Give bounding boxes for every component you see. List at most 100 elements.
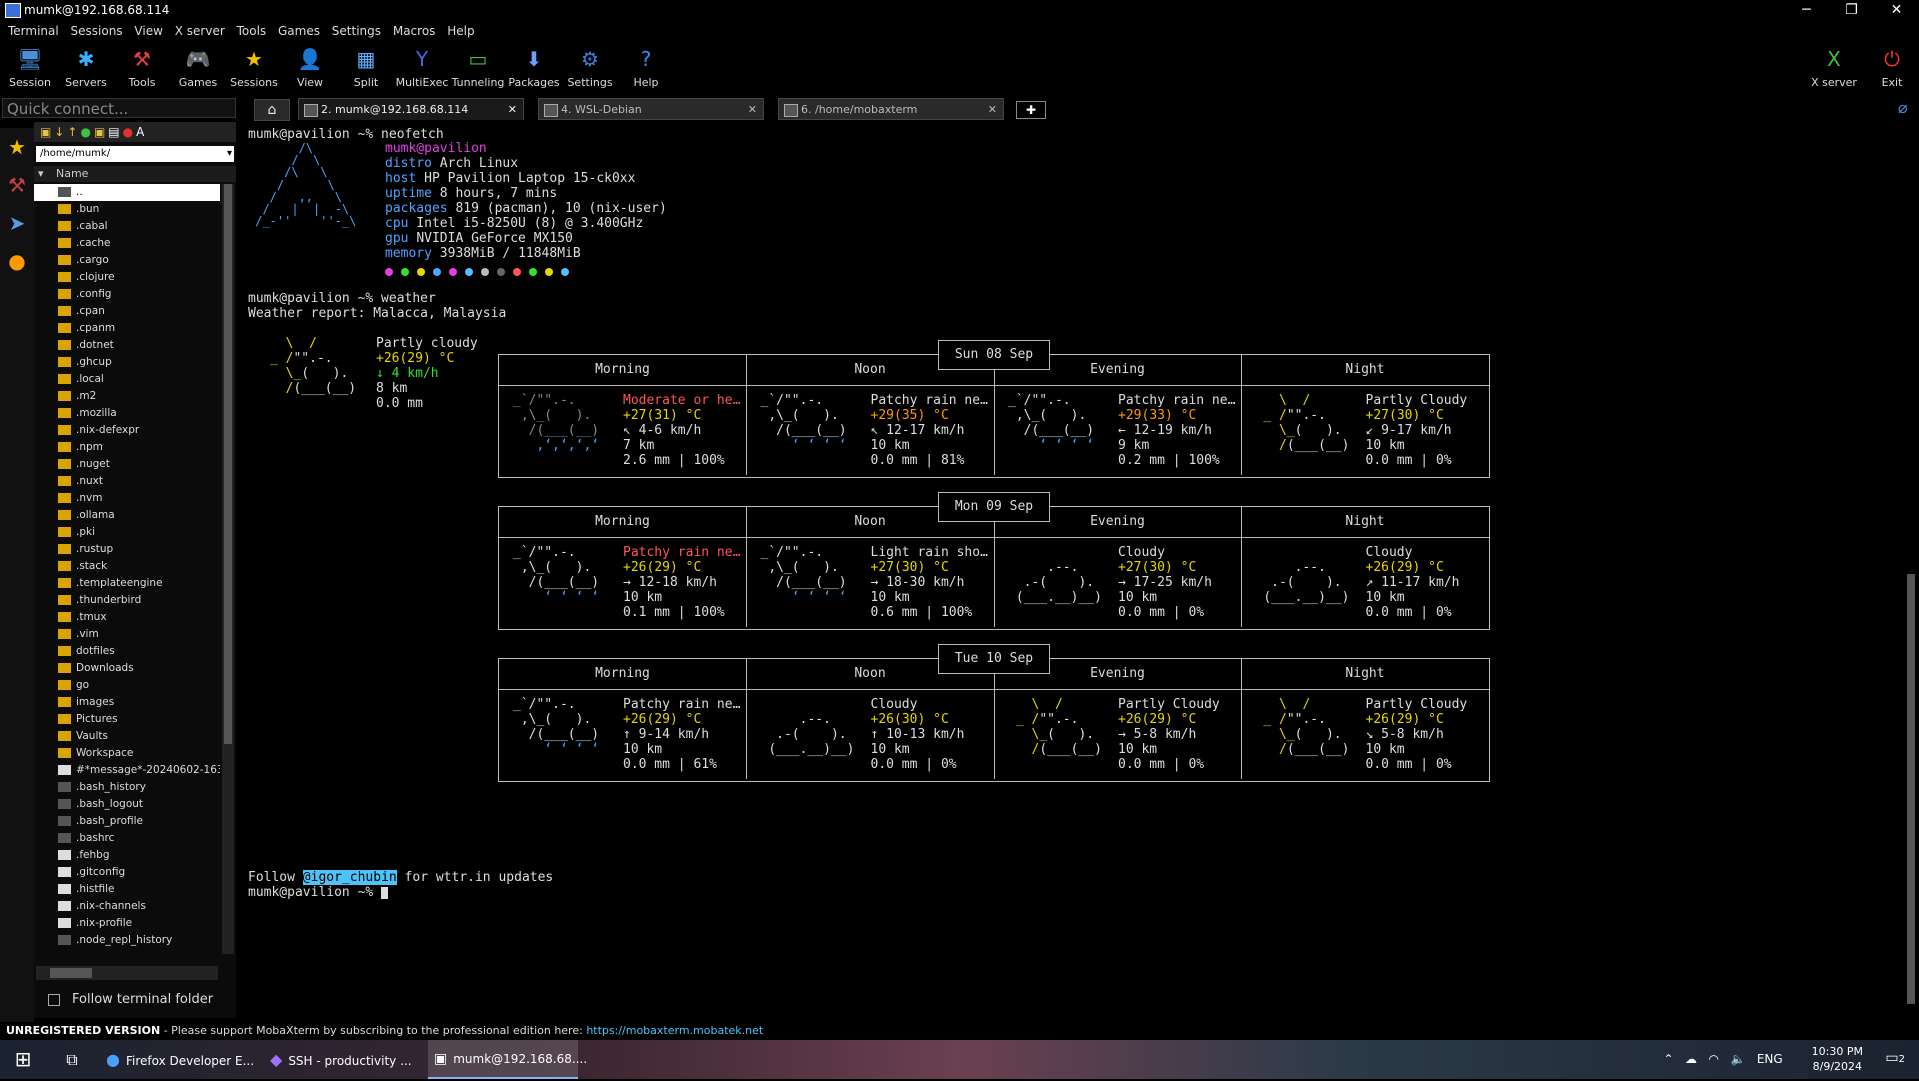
new-folder-icon[interactable]: ▣ (94, 125, 108, 139)
volume-icon[interactable]: 🔈 (1730, 1052, 1745, 1066)
checkbox[interactable] (48, 993, 60, 1006)
sftp-icon[interactable]: ● (0, 242, 34, 280)
new-file-icon[interactable]: ▤ (108, 125, 122, 139)
menu-settings[interactable]: Settings (324, 20, 381, 42)
toolbar-split-button[interactable]: ▦ Split (338, 44, 394, 89)
toolbar-servers-button[interactable]: ✱ Servers (58, 44, 114, 89)
file-row[interactable]: .bash_profile (34, 813, 220, 830)
refresh-icon[interactable]: ● (80, 125, 93, 139)
taskbar-mobaxterm[interactable]: ▣ mumk@192.168.68.... (428, 1040, 587, 1079)
file-row[interactable]: .gitconfig (34, 864, 220, 881)
tab-close-icon[interactable]: ✕ (988, 99, 997, 121)
menu-macros[interactable]: Macros (385, 20, 436, 42)
tab-session-4[interactable]: 4. WSL-Debian ✕ (538, 98, 764, 120)
file-row[interactable]: .m2 (34, 388, 220, 405)
file-row[interactable]: .vim (34, 626, 220, 643)
file-row[interactable]: .cpanm (34, 320, 220, 337)
tab-close-icon[interactable]: ✕ (508, 99, 517, 121)
terminal[interactable]: mumk@pavilion ~% neofetch /\ / \ /\ \ / … (246, 124, 1898, 1022)
file-row[interactable]: .histfile (34, 881, 220, 898)
upload-icon[interactable]: ↑ (67, 125, 80, 139)
file-row[interactable]: .pki (34, 524, 220, 541)
wifi-icon[interactable]: ◠ (1709, 1052, 1719, 1066)
tab-close-icon[interactable]: ✕ (748, 99, 757, 121)
file-row[interactable]: .node_repl_history (34, 932, 220, 949)
file-row[interactable]: .local (34, 371, 220, 388)
scrollbar-thumb[interactable] (1907, 574, 1915, 1004)
file-row[interactable]: .clojure (34, 269, 220, 286)
file-row[interactable]: .nix-channels (34, 898, 220, 915)
download-icon[interactable]: ↓ (54, 125, 67, 139)
close-button[interactable]: ✕ (1874, 0, 1919, 20)
chevron-up-icon[interactable]: ⌃ (1664, 1052, 1674, 1066)
start-button[interactable]: ⊞ (0, 1040, 46, 1079)
folder-up-icon[interactable]: ▣ (40, 125, 54, 139)
file-row[interactable]: .cache (34, 235, 220, 252)
name-column-header[interactable]: ▾ Name (34, 166, 236, 182)
file-row[interactable]: Workspace (34, 745, 220, 762)
menu-terminal[interactable]: Terminal (0, 20, 59, 42)
toolbar-x-server-button[interactable]: X X server (1806, 44, 1862, 89)
file-row[interactable]: .rustup (34, 541, 220, 558)
menu-sessions[interactable]: Sessions (63, 20, 123, 42)
file-row[interactable]: images (34, 694, 220, 711)
file-row[interactable]: .nvm (34, 490, 220, 507)
file-row[interactable]: .fehbg (34, 847, 220, 864)
toolbar-tunneling-button[interactable]: ▭ Tunneling (450, 44, 506, 89)
file-row[interactable]: Vaults (34, 728, 220, 745)
home-tab[interactable]: ⌂ (254, 99, 290, 121)
menu-view[interactable]: View (126, 20, 162, 42)
language-indicator[interactable]: ENG (1757, 1052, 1783, 1066)
file-row[interactable]: .cargo (34, 252, 220, 269)
file-row[interactable]: .. (34, 184, 220, 201)
file-row[interactable]: .bashrc (34, 830, 220, 847)
taskbar-firefox[interactable]: ● Firefox Developer E... (106, 1040, 256, 1079)
maximize-button[interactable]: ❐ (1829, 0, 1874, 20)
file-row[interactable]: .cpan (34, 303, 220, 320)
toolbar-settings-button[interactable]: ⚙ Settings (562, 44, 618, 89)
file-row[interactable]: .npm (34, 439, 220, 456)
file-row[interactable]: go (34, 677, 220, 694)
subscribe-link[interactable]: https://mobaxterm.mobatek.net (586, 1024, 763, 1037)
menu-games[interactable]: Games (270, 20, 320, 42)
toolbar-games-button[interactable]: 🎮 Games (170, 44, 226, 89)
toolbar-exit-button[interactable]: ⏻ Exit (1864, 44, 1919, 89)
toolbar-multiexec-button[interactable]: Y MultiExec (394, 44, 450, 89)
file-row[interactable]: .ghcup (34, 354, 220, 371)
file-row[interactable]: #*message*-20240602-1632 (34, 762, 220, 779)
send-icon[interactable]: ➤ (0, 204, 34, 242)
taskbar-ssh[interactable]: ◆ SSH - productivity ... (270, 1040, 420, 1079)
file-row[interactable]: .thunderbird (34, 592, 220, 609)
toolbar-tools-button[interactable]: ⚒ Tools (114, 44, 170, 89)
follow-terminal-folder[interactable]: Follow terminal folder (48, 992, 213, 1007)
clock[interactable]: 10:30 PM 8/9/2024 (1812, 1044, 1863, 1074)
star-icon[interactable]: ★ (0, 128, 34, 166)
file-row[interactable]: dotfiles (34, 643, 220, 660)
toolbar-packages-button[interactable]: ⬇ Packages (506, 44, 562, 89)
rename-icon[interactable]: A (136, 125, 147, 139)
file-list-scrollbar[interactable] (222, 184, 234, 954)
toolbar-view-button[interactable]: 👤 View (282, 44, 338, 89)
file-row[interactable]: Downloads (34, 660, 220, 677)
file-row[interactable]: .stack (34, 558, 220, 575)
file-row[interactable]: .nix-defexpr (34, 422, 220, 439)
file-row[interactable]: .mozilla (34, 405, 220, 422)
file-row[interactable]: .nix-profile (34, 915, 220, 932)
file-row[interactable]: .templateengine (34, 575, 220, 592)
terminal-scrollbar[interactable] (1905, 124, 1917, 1020)
menu-tools[interactable]: Tools (229, 20, 267, 42)
file-row[interactable]: .bash_history (34, 779, 220, 796)
menu-xserver[interactable]: X server (167, 20, 225, 42)
cloud-icon[interactable]: ☁ (1685, 1052, 1697, 1066)
toolbar-session-button[interactable]: 🖥 Session (2, 44, 58, 89)
chevron-down-icon[interactable]: ▾ (227, 146, 232, 162)
task-view-button[interactable]: ⧉ (52, 1040, 92, 1079)
tools-icon[interactable]: ⚒ (0, 166, 34, 204)
file-row[interactable]: .nuxt (34, 473, 220, 490)
minimize-button[interactable]: ─ (1784, 0, 1829, 20)
tab-session-2[interactable]: 2. mumk@192.168.68.114 ✕ (298, 98, 524, 120)
attach-icon[interactable]: ⌀ (1898, 98, 1908, 117)
menu-help[interactable]: Help (439, 20, 474, 42)
path-field[interactable]: /home/mumk/ ▾ (36, 146, 234, 162)
toolbar-help-button[interactable]: ? Help (618, 44, 674, 89)
